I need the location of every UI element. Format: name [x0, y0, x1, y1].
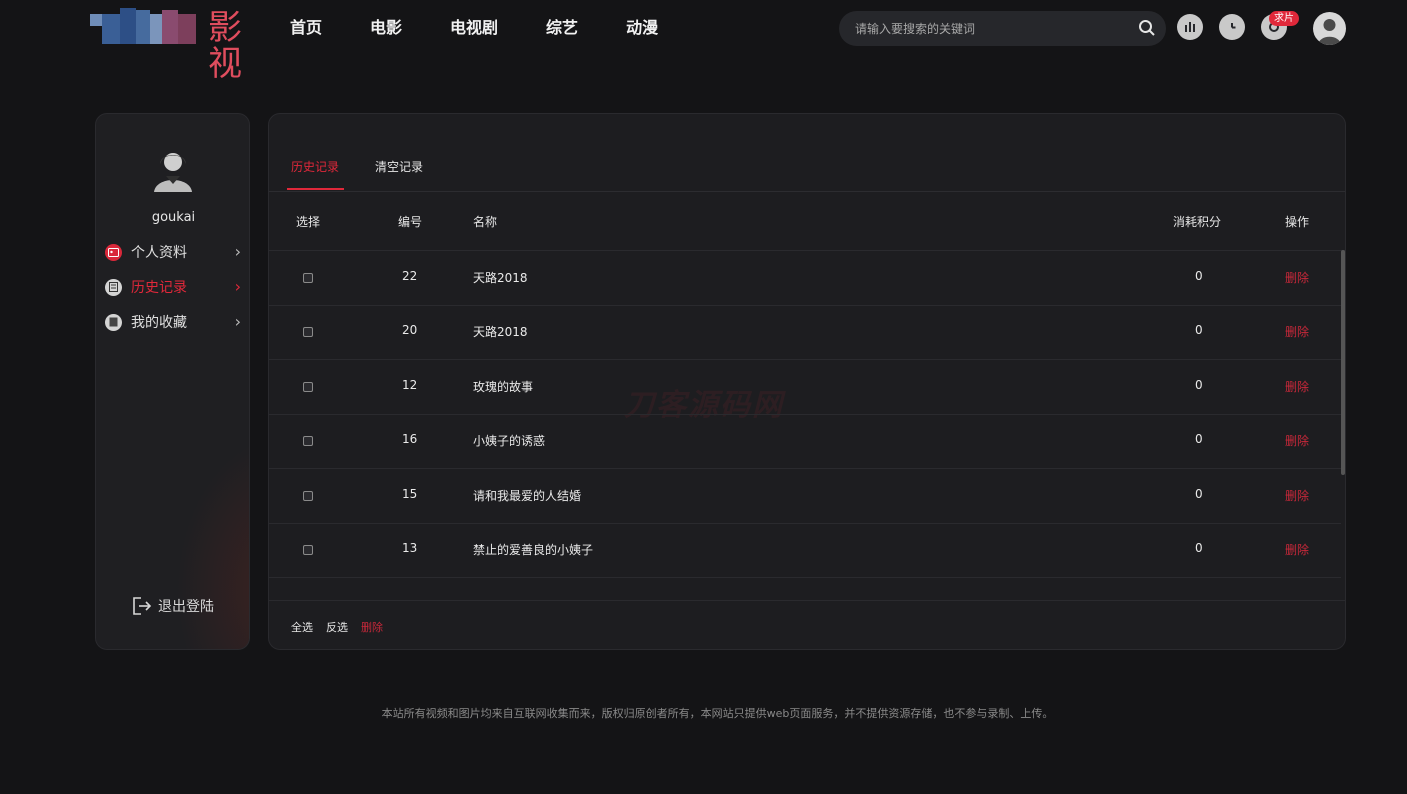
id-card-icon [105, 243, 122, 261]
invert-selection-button[interactable]: 反选 [326, 619, 348, 635]
sidebar-item-history[interactable]: 历史记录 › [105, 275, 245, 299]
logo-mosaic-image [90, 8, 200, 48]
row-checkbox[interactable] [303, 327, 313, 337]
search-icon[interactable] [1138, 19, 1156, 37]
sidebar-item-favorites[interactable]: 我的收藏 › [105, 310, 245, 334]
search-input[interactable] [853, 18, 1127, 40]
logout-button[interactable]: 退出登陆 [132, 596, 214, 616]
row-id: 15 [402, 487, 418, 501]
row-id: 16 [402, 432, 418, 446]
history-panel: 历史记录 清空记录 选择 编号 名称 消耗积分 操作 刀客源码网 22 天路20… [268, 113, 1346, 650]
chevron-right-icon: › [234, 277, 241, 296]
row-name[interactable]: 请和我最爱的人结婚 [473, 487, 581, 504]
logo-text: 影视 [208, 8, 242, 84]
row-points: 0 [1195, 432, 1203, 446]
table-row: 12 玫瑰的故事 0 删除 [269, 360, 1341, 415]
row-id: 22 [402, 269, 418, 283]
nav-home[interactable]: 首页 [290, 17, 322, 39]
row-delete-button[interactable]: 删除 [1285, 269, 1309, 286]
row-delete-button[interactable]: 删除 [1285, 378, 1309, 395]
table-row: 15 请和我最爱的人结婚 0 删除 [269, 469, 1341, 524]
table-row: 22 天路2018 0 删除 [269, 251, 1341, 306]
nav-anime[interactable]: 动漫 [626, 17, 658, 39]
row-checkbox[interactable] [303, 436, 313, 446]
table-row: 20 天路2018 0 删除 [269, 305, 1341, 360]
row-name[interactable]: 天路2018 [473, 269, 528, 286]
favorite-icon [105, 313, 122, 331]
nav-variety[interactable]: 综艺 [546, 17, 578, 39]
tab-active-indicator [287, 188, 344, 190]
sidebar-item-label: 我的收藏 [131, 315, 187, 331]
sidebar-item-label: 历史记录 [131, 280, 187, 296]
col-action: 操作 [1285, 215, 1310, 229]
row-points: 0 [1195, 378, 1203, 392]
select-all-button[interactable]: 全选 [291, 619, 313, 635]
row-delete-button[interactable]: 删除 [1285, 487, 1309, 504]
row-name[interactable]: 小姨子的诱惑 [473, 432, 545, 449]
footer-copyright: 本站所有视频和图片均来自互联网收集而来，版权归原创者所有，本网站只提供web页面… [381, 707, 1054, 720]
tab-history[interactable]: 历史记录 [291, 158, 339, 175]
nav-movies[interactable]: 电影 [370, 17, 402, 39]
logout-label: 退出登陆 [158, 599, 214, 615]
row-checkbox[interactable] [303, 491, 313, 501]
row-points: 0 [1195, 323, 1203, 337]
row-points: 0 [1195, 541, 1203, 555]
row-id: 20 [402, 323, 418, 337]
top-header: 影视 首页 电影 电视剧 综艺 动漫 求片 [0, 0, 1407, 82]
tab-clear-records[interactable]: 清空记录 [375, 158, 423, 175]
main-nav: 首页 电影 电视剧 综艺 动漫 [290, 17, 706, 39]
profile-avatar [152, 148, 194, 192]
row-checkbox[interactable] [303, 273, 313, 283]
history-icon [105, 278, 122, 296]
row-points: 0 [1195, 487, 1203, 501]
table-scrollbar[interactable] [1341, 250, 1345, 475]
ranking-icon[interactable] [1177, 14, 1203, 40]
clock-icon[interactable] [1219, 14, 1245, 40]
logout-icon [133, 597, 152, 615]
row-id: 12 [402, 378, 418, 392]
bulk-actions: 全选 反选 删除 [291, 619, 396, 635]
chevron-right-icon: › [234, 312, 241, 331]
row-name[interactable]: 禁止的爱善良的小姨子 [473, 541, 593, 558]
row-delete-button[interactable]: 删除 [1285, 323, 1309, 340]
row-delete-button[interactable]: 删除 [1285, 432, 1309, 449]
row-name[interactable]: 天路2018 [473, 323, 528, 340]
sidebar-item-profile[interactable]: 个人资料 › [105, 240, 245, 264]
table-header: 选择 编号 名称 消耗积分 操作 [269, 192, 1345, 251]
table-row: 13 禁止的爱善良的小姨子 0 删除 [269, 523, 1341, 578]
chevron-right-icon: › [234, 242, 241, 261]
col-select: 选择 [296, 215, 321, 229]
row-checkbox[interactable] [303, 382, 313, 392]
col-name: 名称 [473, 215, 498, 229]
request-badge[interactable]: 求片 [1269, 11, 1299, 26]
col-points: 消耗积分 [1173, 215, 1222, 229]
bulk-delete-button[interactable]: 删除 [361, 619, 383, 635]
sidebar-item-label: 个人资料 [131, 245, 187, 261]
row-points: 0 [1195, 269, 1203, 283]
row-checkbox[interactable] [303, 545, 313, 555]
col-id: 编号 [398, 215, 423, 229]
username: goukai [151, 210, 196, 225]
search-box [839, 11, 1166, 46]
table-row: 16 小姨子的诱惑 0 删除 [269, 414, 1341, 469]
user-sidebar: goukai 个人资料 › 历史记录 › 我的收藏 › 退出登陆 [95, 113, 250, 650]
row-id: 13 [402, 541, 418, 555]
site-logo[interactable]: 影视 [90, 8, 242, 82]
tab-bar: 历史记录 清空记录 [269, 114, 1345, 192]
row-delete-button[interactable]: 删除 [1285, 541, 1309, 558]
user-avatar[interactable] [1313, 12, 1346, 45]
row-name[interactable]: 玫瑰的故事 [473, 378, 533, 395]
nav-tv-series[interactable]: 电视剧 [450, 17, 498, 39]
